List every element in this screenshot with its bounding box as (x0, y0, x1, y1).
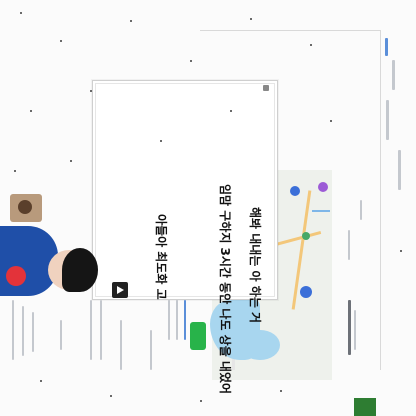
person-photo (0, 226, 100, 296)
map-water (240, 330, 280, 360)
toolbar-link[interactable] (385, 38, 388, 56)
speck (160, 140, 162, 142)
speck (60, 40, 62, 42)
left-text-line (100, 300, 102, 360)
toolbar-item[interactable] (386, 100, 389, 140)
speck (30, 110, 32, 112)
green-action-button[interactable] (190, 322, 206, 350)
left-text-line (150, 330, 152, 370)
speck (250, 18, 252, 20)
left-text-line (12, 300, 14, 360)
location-pin-icon[interactable] (318, 182, 328, 192)
top-divider (200, 30, 380, 31)
speck (20, 12, 22, 14)
result-line (168, 300, 170, 340)
speck (330, 120, 332, 122)
rotated-screen-photo: 아들아 최도화 고 임맘 구하지 3시간 동안 나도 상을 내었어 해봐 내내는… (0, 0, 416, 416)
location-pin-icon[interactable] (290, 186, 300, 196)
speck (230, 110, 232, 112)
speck (400, 250, 402, 252)
left-text-line (120, 320, 122, 370)
play-icon[interactable] (112, 282, 128, 298)
speck (70, 160, 72, 162)
map-route (312, 210, 330, 212)
speck (190, 60, 192, 62)
person-thumbnail-icon[interactable] (10, 194, 42, 222)
caption-line-3: 해봐 내내는 아 하는 거 (248, 207, 262, 324)
toolbar-item[interactable] (392, 60, 395, 90)
result-line (176, 300, 178, 340)
place-title (348, 300, 351, 355)
close-icon[interactable] (263, 85, 269, 91)
speck (280, 390, 282, 392)
speck (40, 380, 42, 382)
left-text-line (60, 320, 62, 350)
speck (130, 20, 132, 22)
toolbar-item[interactable] (398, 150, 401, 190)
speck (200, 400, 202, 402)
speck (310, 44, 312, 46)
caption-line-2: 임맘 구하지 3시간 동안 나도 상을 내었어 (218, 184, 232, 395)
location-pin-icon[interactable] (300, 286, 312, 298)
speck (14, 170, 16, 172)
left-text-line (22, 306, 24, 356)
place-info (360, 200, 362, 220)
speck (90, 90, 92, 92)
place-subtitle (354, 310, 356, 350)
speck (110, 395, 112, 397)
left-text-line (90, 300, 92, 360)
result-link[interactable] (184, 300, 186, 340)
right-panel-divider (380, 30, 381, 370)
left-text-line (32, 312, 34, 352)
caption-line-1: 아들아 최도화 고 (154, 214, 168, 300)
place-info (348, 230, 350, 260)
corner-widget[interactable] (354, 398, 376, 416)
location-pin-icon[interactable] (302, 232, 310, 240)
